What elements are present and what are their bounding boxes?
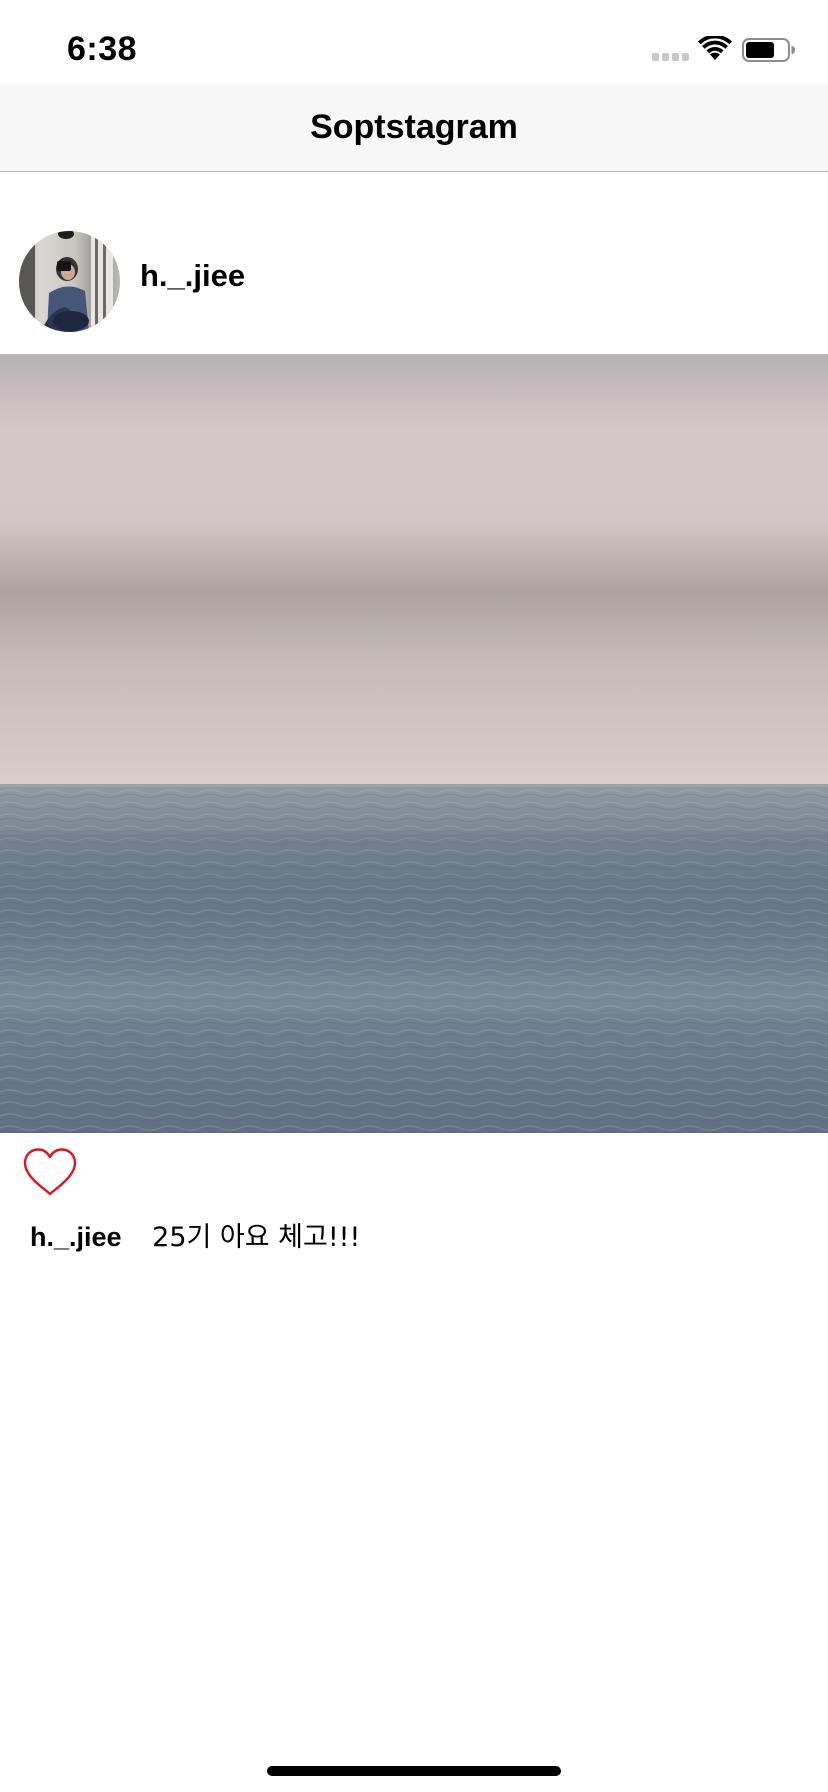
nav-title: Soptstagram bbox=[310, 108, 518, 146]
avatar[interactable] bbox=[19, 231, 120, 332]
status-bar: 6:38 bbox=[0, 0, 828, 84]
home-indicator[interactable] bbox=[267, 1766, 561, 1776]
wifi-icon bbox=[698, 36, 732, 60]
cellular-signal-icon bbox=[652, 53, 689, 61]
navigation-bar: Soptstagram bbox=[0, 84, 828, 172]
status-time: 6:38 bbox=[67, 30, 138, 68]
caption-username[interactable]: h._.jiee bbox=[30, 1222, 122, 1252]
caption-text: 25기 아요 체고!!! bbox=[152, 1222, 361, 1253]
battery-icon bbox=[742, 38, 795, 62]
like-button[interactable] bbox=[22, 1147, 78, 1197]
heart-outline-icon bbox=[23, 1148, 77, 1196]
post-username[interactable]: h._.jiee bbox=[140, 258, 245, 294]
caption: h._.jiee 25기 아요 체고!!! bbox=[30, 1215, 360, 1254]
seascape-photo bbox=[0, 354, 828, 1133]
post-image[interactable] bbox=[0, 354, 828, 1133]
avatar-photo bbox=[19, 231, 120, 332]
